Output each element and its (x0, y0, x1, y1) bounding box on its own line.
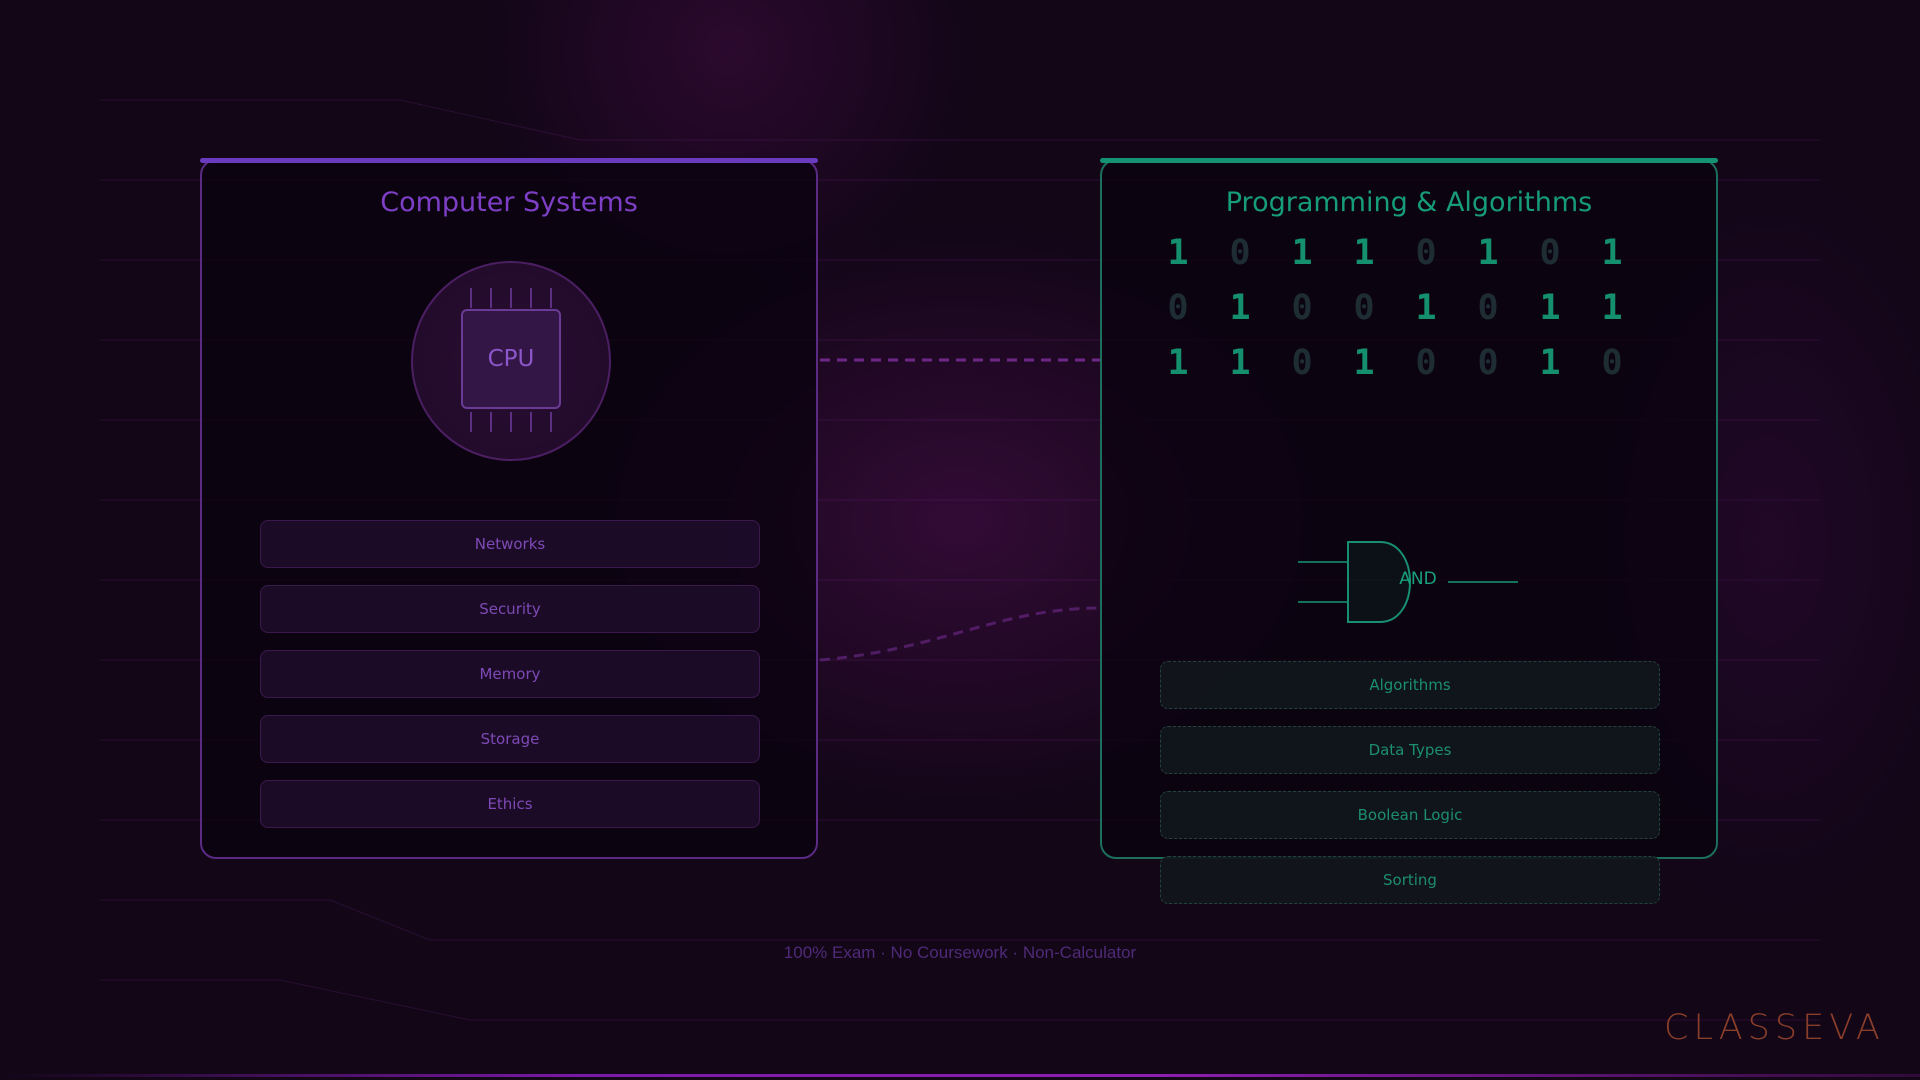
binary-digit: 0 (1167, 288, 1189, 328)
panel-accent-bar (1100, 158, 1718, 163)
binary-digit: 1 (1167, 343, 1189, 383)
binary-digit: 0 (1415, 233, 1437, 273)
brand-logo: CLASSEVA (1664, 1008, 1885, 1048)
binary-digit: 1 (1229, 343, 1251, 383)
cpu-pins-top (470, 288, 560, 308)
cpu-pin (530, 288, 532, 308)
cpu-label: CPU (487, 346, 535, 372)
binary-digit: 1 (1477, 233, 1499, 273)
binary-digit: 1 (1539, 288, 1561, 328)
circuit-trace (100, 99, 1820, 141)
topic-pill-boolean-logic: Boolean Logic (1160, 791, 1660, 839)
topic-pill-security: Security (260, 585, 760, 633)
binary-digit: 0 (1477, 288, 1499, 328)
connector-dashed-bottom (819, 606, 1101, 662)
cpu-pin (470, 412, 472, 432)
binary-digit: 0 (1539, 233, 1561, 273)
gate-label: AND (1399, 569, 1437, 589)
exam-info-footer: 100% Exam · No Coursework · Non-Calculat… (783, 943, 1137, 962)
cpu-pin (530, 412, 532, 432)
topic-pill-networks: Networks (260, 520, 760, 568)
binary-digit: 0 (1291, 288, 1313, 328)
cpu-pin (490, 288, 492, 308)
binary-digit: 0 (1291, 343, 1313, 383)
cpu-pins-bottom (470, 412, 560, 432)
cpu-pin (510, 288, 512, 308)
cpu-pin (510, 412, 512, 432)
binary-digit: 0 (1353, 288, 1375, 328)
topic-pill-storage: Storage (260, 715, 760, 763)
circuit-trace (100, 979, 1820, 1021)
programming-algorithms-panel: Programming & Algorithms 101101010100101… (1100, 158, 1718, 904)
circuit-trace (100, 899, 1820, 941)
binary-digit: 1 (1415, 288, 1437, 328)
topic-pill-data-types: Data Types (1160, 726, 1660, 774)
binary-digit: 1 (1291, 233, 1313, 273)
topic-pill-algorithms: Algorithms (1160, 661, 1660, 709)
cpu-pin (550, 412, 552, 432)
cpu-pin (550, 288, 552, 308)
binary-digit: 1 (1539, 343, 1561, 383)
and-gate: AND (1298, 539, 1518, 625)
panel-title: Computer Systems (380, 187, 638, 218)
topic-pill-sorting: Sorting (1160, 856, 1660, 904)
cpu-pin (490, 412, 492, 432)
topic-pill-memory: Memory (260, 650, 760, 698)
binary-digit: 0 (1477, 343, 1499, 383)
binary-digit: 1 (1601, 288, 1623, 328)
binary-digit: 0 (1415, 343, 1437, 383)
binary-digit: 0 (1229, 233, 1251, 273)
panel-title: Programming & Algorithms (1225, 187, 1593, 218)
binary-digit: 0 (1601, 343, 1623, 383)
cpu-pin (470, 288, 472, 308)
computer-systems-panel: Computer Systems CPU Networks Security M… (200, 158, 818, 859)
panel-accent-bar (200, 158, 818, 163)
binary-digit: 1 (1353, 343, 1375, 383)
binary-digit: 1 (1601, 233, 1623, 273)
binary-digit: 1 (1229, 288, 1251, 328)
cpu-chip-icon: CPU (461, 309, 561, 409)
topic-pill-ethics: Ethics (260, 780, 760, 828)
bottom-accent-line (0, 1074, 1920, 1077)
binary-digit: 1 (1167, 233, 1189, 273)
binary-grid: 101101010100101111010010 (1158, 233, 1622, 383)
binary-digit: 1 (1353, 233, 1375, 273)
